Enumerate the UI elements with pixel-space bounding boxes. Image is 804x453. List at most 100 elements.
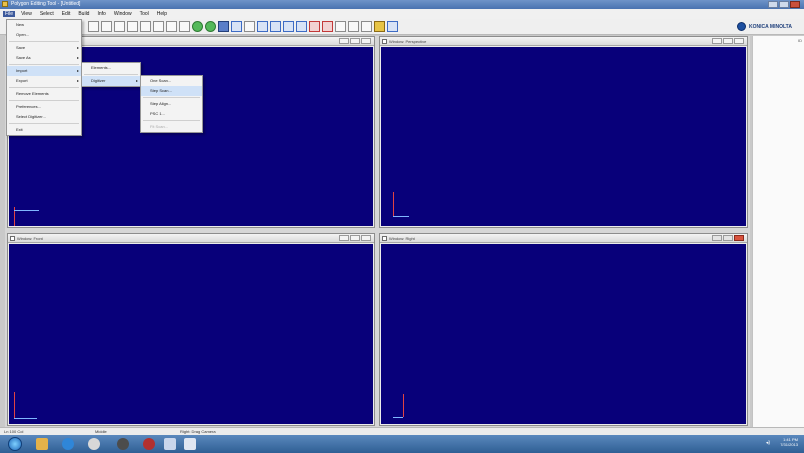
viewport-area: Window: Top Window: Perspective [5, 36, 750, 427]
viewport-canvas[interactable] [381, 244, 746, 424]
menu-window[interactable]: Window [112, 11, 134, 17]
undo-icon[interactable] [244, 21, 255, 32]
media-icon[interactable] [117, 438, 129, 450]
close-button[interactable] [790, 1, 800, 8]
file-menu-item-remove-elements[interactable]: Remove Elements [7, 89, 81, 99]
cube-icon[interactable] [218, 21, 229, 32]
axis-x-indicator [393, 417, 403, 418]
file-menu-item-save-as[interactable]: Save As [7, 53, 81, 63]
digitizer-menu-item-fit-scan[interactable]: Fit Scan... [141, 122, 202, 132]
ie-icon[interactable] [62, 438, 74, 450]
digitizer-menu-item-psc[interactable]: PSC 1... [141, 109, 202, 119]
brand-name: KONICA MINOLTA [749, 23, 792, 30]
chrome-icon[interactable] [88, 438, 100, 450]
maximize-button[interactable] [779, 1, 789, 8]
menu-info[interactable]: Info [95, 11, 107, 17]
window-icon[interactable] [184, 438, 196, 450]
viewport-controls [712, 235, 744, 241]
digitizer-menu-item-step-align[interactable]: Step Align... [141, 99, 202, 109]
menu-separator [84, 74, 138, 75]
layout-icon[interactable] [283, 21, 294, 32]
viewport-minimize-button[interactable] [339, 38, 349, 44]
help-icon[interactable] [374, 21, 385, 32]
minimize-button[interactable] [768, 1, 778, 8]
redo-icon[interactable] [257, 21, 268, 32]
menu-select[interactable]: Select [38, 11, 56, 17]
menu-file[interactable]: File [3, 11, 16, 17]
explorer-icon[interactable] [36, 438, 48, 450]
viewport-close-button[interactable] [734, 235, 744, 241]
fit-icon[interactable] [179, 21, 190, 32]
viewport-close-button[interactable] [361, 235, 371, 241]
brand-logo: KONICA MINOLTA [737, 22, 792, 31]
viewport-maximize-button[interactable] [723, 38, 733, 44]
file-menu-item-exit[interactable]: Exit [7, 125, 81, 135]
file-menu-item-import[interactable]: Import [7, 66, 81, 76]
tray-volume-icon[interactable]: ◂) [766, 440, 770, 446]
pan-icon[interactable] [166, 21, 177, 32]
menu-view[interactable]: View [19, 11, 34, 17]
layout-icon[interactable] [387, 21, 398, 32]
import-menu-item-digitizer[interactable]: Digitizer [82, 76, 140, 86]
viewport-canvas[interactable] [9, 244, 373, 424]
side-panel-label: ID [798, 38, 802, 43]
axis-x-indicator [14, 418, 37, 419]
viewport-minimize-button[interactable] [339, 235, 349, 241]
file-menu-item-preferences[interactable]: Preferences... [7, 102, 81, 112]
marker-icon[interactable] [322, 21, 333, 32]
viewport-icon [382, 236, 387, 241]
import-menu-item-elements[interactable]: Elements... [82, 63, 140, 73]
taskbar: ◂) 1:41 PM 7/31/2013 [0, 435, 804, 453]
viewport-name: Window: Front [17, 236, 43, 241]
menu-edit[interactable]: Edit [60, 11, 73, 17]
viewport-minimize-button[interactable] [712, 38, 722, 44]
viewport-front[interactable]: Window: Front [7, 233, 375, 426]
layout-icon[interactable] [270, 21, 281, 32]
print-icon[interactable] [114, 21, 125, 32]
app-icon[interactable] [143, 438, 155, 450]
viewport-right[interactable]: Window: Right [379, 233, 748, 426]
zoom-out-icon[interactable] [361, 21, 372, 32]
open-icon[interactable] [88, 21, 99, 32]
app-icon [2, 1, 8, 7]
menu-tool[interactable]: Tool [138, 11, 151, 17]
menu-separator [9, 64, 79, 65]
file-menu-item-open[interactable]: Open... [7, 30, 81, 40]
viewport-titlebar: Window: Front [8, 234, 374, 243]
side-panel[interactable]: ID [752, 36, 804, 427]
tool-buttons [88, 21, 398, 32]
file-menu-item-select-digitizer[interactable]: Select Digitizer... [7, 112, 81, 122]
file-menu-item-export[interactable]: Export [7, 76, 81, 86]
sphere-icon[interactable] [205, 21, 216, 32]
viewport-close-button[interactable] [361, 38, 371, 44]
file-menu-item-save[interactable]: Save [7, 43, 81, 53]
viewport-controls [339, 235, 371, 241]
menu-build[interactable]: Build [76, 11, 91, 17]
viewport-maximize-button[interactable] [723, 235, 733, 241]
view-icon[interactable] [231, 21, 242, 32]
start-icon[interactable] [8, 437, 22, 451]
title-bar: Polygon Editing Tool - [Untitled] [0, 0, 804, 9]
marker-icon[interactable] [309, 21, 320, 32]
grid-icon[interactable] [296, 21, 307, 32]
clock[interactable]: 1:41 PM 7/31/2013 [780, 437, 798, 447]
digitizer-menu-item-step-scan[interactable]: Step Scan... [141, 86, 202, 96]
select-icon[interactable] [127, 21, 138, 32]
folder-icon[interactable] [164, 438, 176, 450]
viewport-icon [10, 236, 15, 241]
viewport-maximize-button[interactable] [350, 38, 360, 44]
viewport-close-button[interactable] [734, 38, 744, 44]
align-icon[interactable] [335, 21, 346, 32]
viewport-maximize-button[interactable] [350, 235, 360, 241]
viewport-perspective[interactable]: Window: Perspective [379, 36, 748, 228]
save-icon[interactable] [101, 21, 112, 32]
digitizer-menu-item-one-scan[interactable]: One Scan... [141, 76, 202, 86]
zoom-in-icon[interactable] [348, 21, 359, 32]
viewport-minimize-button[interactable] [712, 235, 722, 241]
zoom-icon[interactable] [140, 21, 151, 32]
viewport-canvas[interactable] [381, 47, 746, 226]
sphere-icon[interactable] [192, 21, 203, 32]
menu-help[interactable]: Help [155, 11, 169, 17]
rotate-icon[interactable] [153, 21, 164, 32]
file-menu-item-new[interactable]: New [7, 20, 81, 30]
